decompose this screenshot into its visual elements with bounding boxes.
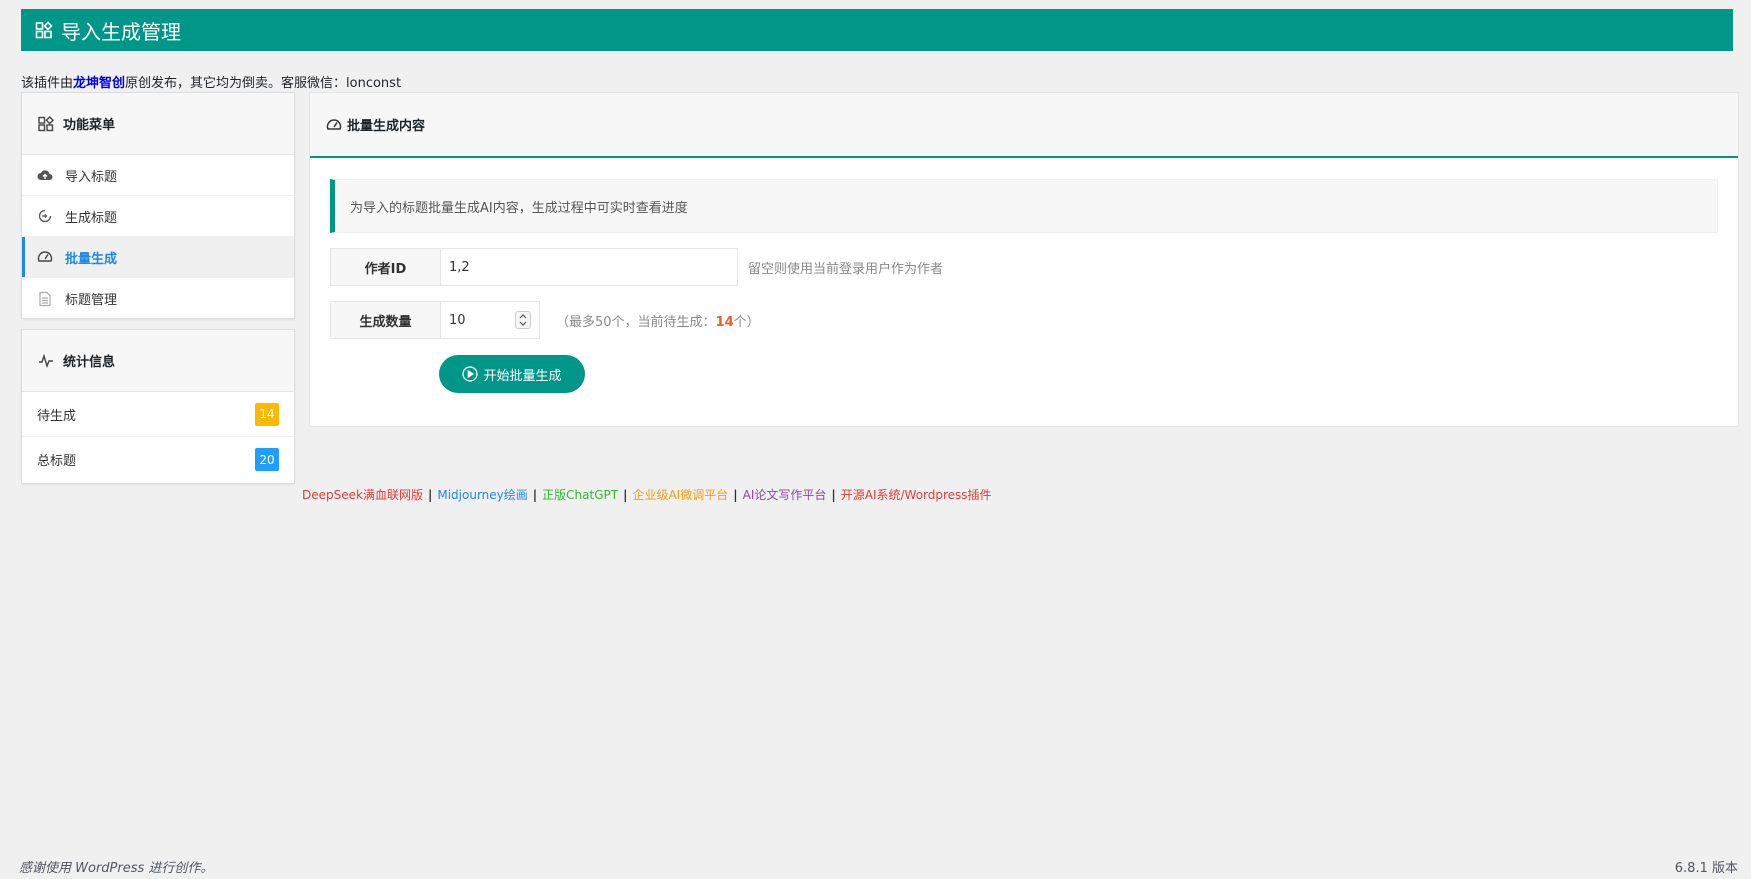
stat-total: 总标题 20 — [22, 437, 294, 482]
sidebar-item-generate-titles[interactable]: 生成标题 — [22, 196, 294, 237]
gauge-icon — [37, 249, 53, 265]
author-id-label: 作者ID — [330, 248, 440, 286]
count-row: 生成数量 10 （最多50个，当前待生成：14个） — [330, 301, 760, 339]
sidebar-item-label: 批量生成 — [65, 251, 118, 267]
total-count-badge: 20 — [255, 448, 279, 471]
link-midjourney[interactable]: Midjourney绘画 — [437, 486, 527, 503]
page: 导入生成管理 该插件由龙坤智创原创发布，其它均为倒卖。客服微信：lonconst… — [0, 0, 1751, 879]
count-hint-prefix: （最多50个，当前待生成： — [556, 314, 716, 330]
plugin-notice: 该插件由龙坤智创原创发布，其它均为倒卖。客服微信：lonconst — [21, 72, 401, 91]
link-chatgpt[interactable]: 正版ChatGPT — [542, 486, 618, 503]
link-opensource[interactable]: 开源AI系统/Wordpress插件 — [841, 486, 992, 503]
notice-suffix: 原创发布，其它均为倒卖。客服微信：lonconst — [125, 76, 402, 91]
apps-icon — [37, 115, 55, 133]
page-title: 导入生成管理 — [61, 19, 181, 44]
author-id-row: 作者ID 1,2 留空则使用当前登录用户作为作者 — [330, 248, 943, 286]
function-menu-header: 功能菜单 — [22, 93, 294, 155]
panel-description: 为导入的标题批量生成AI内容，生成过程中可实时查看进度 — [330, 179, 1718, 233]
footer-thanks: 感谢使用 WordPress 进行创作。 — [19, 861, 214, 876]
count-input[interactable]: 10 — [440, 301, 540, 339]
notice-prefix: 该插件由 — [21, 76, 74, 91]
stats-header: 统计信息 — [22, 330, 294, 392]
pulse-icon — [37, 352, 55, 370]
sidebar-item-import-titles[interactable]: 导入标题 — [22, 155, 294, 196]
document-icon — [37, 291, 53, 307]
sidebar-item-label: 生成标题 — [65, 210, 118, 226]
stat-label: 总标题 — [37, 454, 77, 469]
cloud-upload-icon — [37, 167, 53, 183]
sidebar-item-label: 标题管理 — [65, 293, 118, 308]
promo-links: DeepSeek满血联网版 | Midjourney绘画 | 正版ChatGPT… — [302, 486, 992, 503]
count-label: 生成数量 — [330, 301, 440, 339]
stats-title: 统计信息 — [63, 355, 116, 370]
link-separator: | — [427, 487, 433, 502]
author-id-input[interactable]: 1,2 — [440, 248, 738, 286]
count-value: 10 — [449, 312, 466, 328]
number-spinner[interactable] — [515, 311, 531, 329]
pending-count-badge: 14 — [255, 402, 279, 426]
rotate-icon — [37, 208, 53, 224]
link-separator: | — [831, 487, 836, 502]
brand-link[interactable]: 龙坤智创 — [73, 76, 125, 91]
stat-pending: 待生成 14 — [22, 392, 294, 437]
start-batch-button[interactable]: 开始批量生成 — [439, 355, 585, 393]
gauge-icon — [325, 116, 343, 134]
count-hint: （最多50个，当前待生成：14个） — [556, 311, 760, 330]
stat-label: 待生成 — [37, 408, 77, 424]
link-deepseek[interactable]: DeepSeek满血联网版 — [302, 486, 423, 503]
link-paper[interactable]: AI论文写作平台 — [743, 486, 827, 503]
panel-title: 批量生成内容 — [347, 119, 426, 134]
link-separator: | — [532, 487, 538, 502]
page-header: 导入生成管理 — [21, 9, 1733, 51]
sidebar-item-batch-generate[interactable]: 批量生成 — [22, 237, 294, 278]
link-finetune[interactable]: 企业级AI微调平台 — [632, 486, 728, 503]
stats-panel: 统计信息 待生成 14 总标题 20 — [21, 329, 295, 484]
sidebar-item-label: 导入标题 — [65, 169, 118, 185]
function-menu: 功能菜单 导入标题 生成标题 批量生成 标题管理 — [21, 92, 295, 319]
batch-generate-panel: 批量生成内容 为导入的标题批量生成AI内容，生成过程中可实时查看进度 作者ID … — [309, 92, 1739, 427]
link-separator: | — [733, 487, 738, 502]
start-batch-label: 开始批量生成 — [483, 367, 562, 383]
panel-header: 批量生成内容 — [310, 93, 1738, 158]
sidebar-item-title-manage[interactable]: 标题管理 — [22, 278, 294, 319]
count-hint-suffix: 个） — [733, 314, 760, 330]
author-id-hint: 留空则使用当前登录用户作为作者 — [748, 261, 944, 277]
function-menu-title: 功能菜单 — [63, 118, 116, 133]
pending-number: 14 — [715, 314, 734, 330]
link-separator: | — [623, 487, 628, 502]
play-circle-icon — [462, 366, 479, 382]
dashboard-icon — [35, 21, 53, 39]
footer-version: 6.8.1 版本 — [1674, 861, 1738, 876]
